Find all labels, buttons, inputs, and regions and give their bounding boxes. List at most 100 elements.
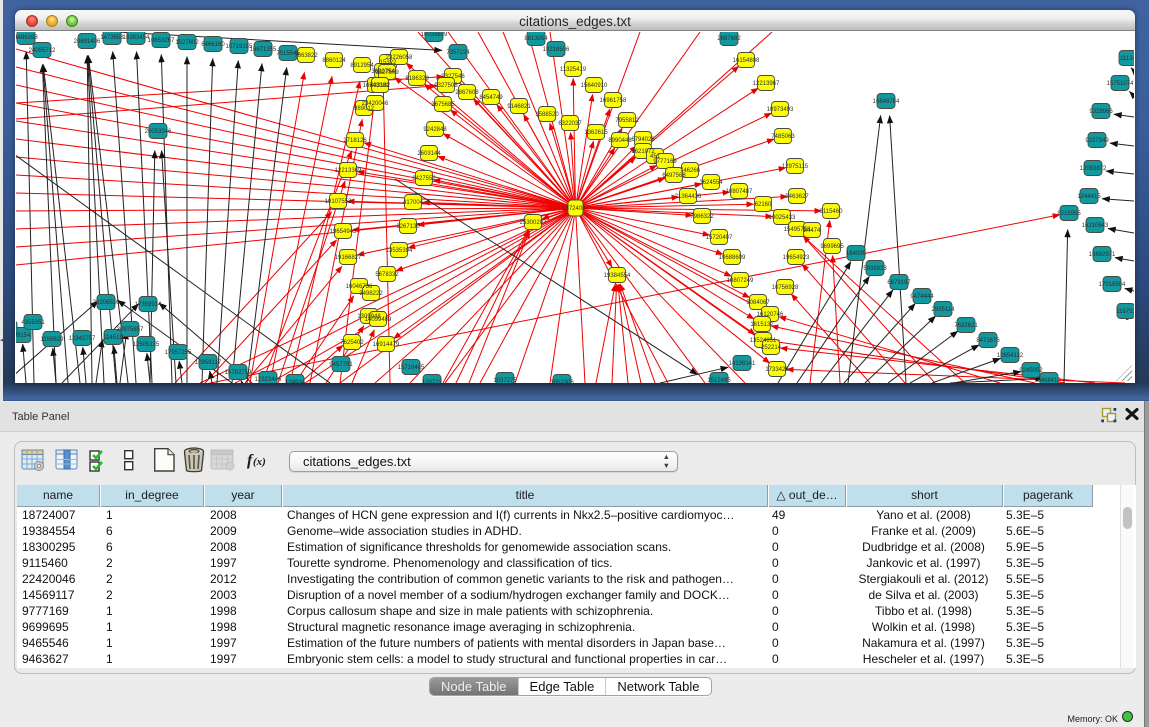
- svg-text:12342757: 12342757: [69, 336, 96, 342]
- svg-text:116753: 116753: [1116, 309, 1134, 315]
- svg-text:2935114: 2935114: [932, 307, 956, 313]
- svg-text:3498222: 3498222: [359, 291, 383, 297]
- svg-text:16782759: 16782759: [225, 370, 252, 376]
- svg-text:7485063: 7485063: [771, 134, 795, 140]
- svg-text:1244415: 1244415: [1077, 194, 1101, 200]
- svg-text:9699695: 9699695: [820, 244, 844, 250]
- svg-text:18724007: 18724007: [562, 206, 589, 212]
- svg-text:16210643: 16210643: [1082, 223, 1109, 229]
- svg-text:16961758: 16961758: [600, 98, 627, 104]
- svg-text:1473658: 1473658: [100, 35, 124, 41]
- svg-text:8215955: 8215955: [1057, 211, 1081, 217]
- svg-text:39154: 39154: [16, 333, 31, 339]
- svg-text:16648784: 16648784: [873, 99, 900, 105]
- svg-text:15716485: 15716485: [398, 365, 425, 371]
- svg-text:7632621: 7632621: [954, 323, 978, 329]
- svg-text:30975857: 30975857: [117, 327, 144, 333]
- svg-text:4355051: 4355051: [21, 320, 45, 326]
- svg-text:6497568: 6497568: [662, 173, 686, 179]
- svg-text:6794028: 6794028: [631, 137, 655, 143]
- svg-text:9327509: 9327509: [375, 70, 399, 76]
- svg-text:16914479: 16914479: [373, 342, 400, 348]
- svg-text:9327508: 9327508: [434, 83, 458, 89]
- svg-text:62160: 62160: [755, 202, 772, 208]
- svg-text:15751074: 15751074: [1107, 81, 1134, 87]
- svg-text:20691406: 20691406: [74, 39, 101, 45]
- svg-text:10756928: 10756928: [772, 285, 799, 291]
- svg-text:19166827: 19166827: [335, 255, 362, 261]
- svg-text:9245052: 9245052: [1019, 368, 1043, 374]
- svg-text:9146821: 9146821: [507, 104, 531, 110]
- svg-text:3267130: 3267130: [396, 224, 420, 230]
- svg-text:2867608: 2867608: [455, 90, 479, 96]
- svg-text:2718126: 2718126: [343, 138, 367, 144]
- svg-text:6322037: 6322037: [558, 121, 582, 127]
- svg-text:21364436: 21364436: [675, 194, 702, 200]
- svg-text:11325419: 11325419: [560, 67, 587, 73]
- svg-text:10654112: 10654112: [997, 353, 1024, 359]
- svg-text:9227349: 9227349: [1085, 138, 1109, 144]
- svg-text:9242848: 9242848: [423, 127, 447, 133]
- svg-text:19218506: 19218506: [543, 47, 570, 53]
- svg-text:10973493: 10973493: [767, 107, 794, 113]
- svg-text:124934: 124934: [285, 380, 306, 383]
- svg-text:1527602: 1527602: [175, 40, 199, 46]
- svg-text:(x): (x): [253, 456, 266, 468]
- svg-text:19654943: 19654943: [330, 229, 357, 235]
- svg-text:13524851: 13524851: [750, 338, 777, 344]
- svg-text:9327546: 9327546: [441, 74, 465, 80]
- svg-text:9463627: 9463627: [785, 194, 809, 200]
- svg-text:417004: 417004: [403, 200, 424, 206]
- svg-text:2603144: 2603144: [417, 151, 441, 157]
- svg-text:84474: 84474: [804, 228, 821, 234]
- svg-text:10033609: 10033609: [421, 32, 448, 38]
- svg-text:12323446: 12323446: [255, 377, 282, 383]
- svg-text:7986322: 7986322: [690, 214, 714, 220]
- svg-text:14136141: 14136141: [729, 361, 756, 367]
- svg-text:10025433: 10025433: [769, 215, 796, 221]
- svg-text:7625402: 7625402: [340, 340, 364, 346]
- svg-text:25300203: 25300203: [520, 220, 547, 226]
- svg-text:1052306: 1052306: [550, 380, 574, 383]
- svg-text:17016504: 17016504: [1099, 282, 1126, 288]
- svg-text:18383454: 18383454: [123, 35, 150, 41]
- svg-text:8471676: 8471676: [976, 338, 1000, 344]
- svg-text:9457791: 9457791: [329, 362, 353, 368]
- svg-text:3675685: 3675685: [431, 102, 455, 108]
- svg-text:1486398: 1486398: [16, 35, 38, 41]
- svg-text:17359934: 17359934: [135, 302, 162, 308]
- svg-text:16120746: 16120746: [757, 312, 784, 318]
- svg-text:12505135: 12505135: [133, 342, 160, 348]
- svg-text:9474444: 9474444: [910, 294, 934, 300]
- svg-text:10807487: 10807487: [726, 189, 753, 195]
- svg-text:24055712: 24055712: [29, 48, 56, 54]
- svg-text:9084067: 9084067: [746, 300, 770, 306]
- svg-text:7663822: 7663822: [294, 53, 318, 59]
- svg-text:11124: 11124: [1120, 56, 1134, 62]
- svg-text:14099489: 14099489: [365, 317, 392, 323]
- svg-text:164095: 164095: [846, 251, 867, 257]
- svg-text:9468412: 9468412: [1037, 378, 1061, 383]
- svg-text:2687682: 2687682: [717, 36, 741, 42]
- svg-text:9777169: 9777169: [653, 159, 677, 165]
- svg-text:15692971: 15692971: [1089, 252, 1116, 258]
- svg-text:433192: 433192: [370, 83, 391, 89]
- svg-text:6879197: 6879197: [887, 280, 911, 286]
- svg-text:23226058: 23226058: [386, 55, 413, 61]
- svg-text:19107552: 19107552: [325, 199, 352, 205]
- svg-text:5938923: 5938923: [863, 266, 887, 272]
- svg-text:12093872: 12093872: [1080, 166, 1107, 172]
- svg-text:1362615: 1362615: [584, 130, 608, 136]
- svg-text:8813054: 8813054: [524, 36, 548, 42]
- svg-text:10688609: 10688609: [719, 255, 746, 261]
- svg-text:8860124: 8860124: [322, 58, 346, 64]
- svg-text:20053346: 20053346: [145, 129, 172, 135]
- svg-text:7357224: 7357224: [446, 50, 470, 56]
- svg-text:3624554: 3624554: [699, 180, 723, 186]
- svg-text:19384554: 19384554: [604, 273, 631, 279]
- svg-text:13535394: 13535394: [386, 248, 413, 254]
- svg-text:17957255: 17957255: [165, 350, 192, 356]
- svg-text:8427552: 8427552: [412, 176, 436, 182]
- svg-text:16046736: 16046736: [346, 284, 373, 290]
- svg-text:1733426: 1733426: [765, 367, 789, 373]
